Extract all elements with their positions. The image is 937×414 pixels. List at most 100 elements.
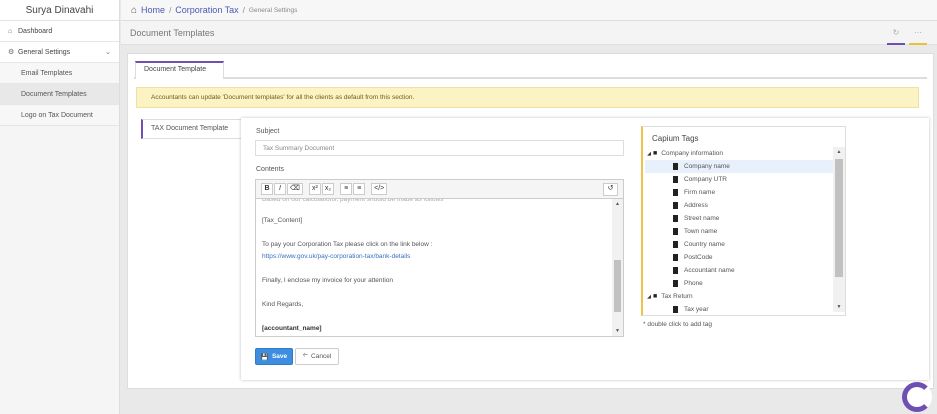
- rich-text-editor[interactable]: B I ⌫ x² x₂ ≡ ≡ </> ↺ Based on our calcu…: [255, 179, 624, 337]
- breadcrumb-home[interactable]: Home: [141, 5, 165, 15]
- scrollbar-thumb[interactable]: [835, 159, 843, 277]
- bold-button[interactable]: B: [261, 183, 273, 195]
- sidebar-item-general-settings[interactable]: ⚙ General Settings ⌄: [0, 42, 119, 63]
- editor-line: Kind Regards,: [262, 301, 304, 308]
- tab-bar: Document Template: [134, 59, 927, 79]
- editor-line: To pay your Corporation Tax please click…: [262, 241, 433, 248]
- tree-item-label: Accountant name: [684, 267, 735, 274]
- more-icon[interactable]: ⋯: [909, 21, 927, 45]
- sidebar-item-email-templates[interactable]: Email Templates: [0, 63, 119, 84]
- tree-item-label: Country name: [684, 241, 725, 248]
- main-panel: Document Template Accountants can update…: [127, 53, 934, 389]
- tree-item[interactable]: Phone: [645, 277, 833, 290]
- gears-icon: ⚙: [8, 49, 15, 56]
- tree-item[interactable]: Company UTR: [645, 173, 833, 186]
- capium-logo-icon[interactable]: [902, 382, 932, 412]
- tree-item[interactable]: Address: [645, 199, 833, 212]
- file-icon: [673, 202, 678, 209]
- tree-item-label: Company name: [684, 163, 730, 170]
- tree-group-tax-return[interactable]: ◢ ■ Tax Return: [645, 290, 833, 303]
- sidebar-item-label: Document Templates: [21, 90, 87, 98]
- tags-title: Capium Tags: [652, 134, 699, 143]
- file-icon: [673, 215, 678, 222]
- scroll-down-icon[interactable]: ▼: [833, 304, 845, 310]
- sidebar-item-document-templates[interactable]: Document Templates: [0, 84, 119, 105]
- bullet-list-icon[interactable]: ≡: [340, 183, 353, 195]
- contents-label: Contents: [256, 166, 285, 173]
- page-title: Document Templates: [130, 27, 215, 38]
- editor-line-partial: Based on our calculations, payment shoul…: [262, 199, 444, 203]
- info-alert: Accountants can update 'Document templat…: [136, 87, 919, 108]
- save-icon: 💾: [260, 353, 269, 361]
- editor-scrollbar[interactable]: ▲ ▼: [612, 199, 623, 336]
- tree-item-label: Town name: [684, 228, 718, 235]
- page-header: Document Templates ↻ ⋯: [121, 21, 937, 45]
- sidebar-item-label: Dashboard: [18, 27, 53, 35]
- undo-icon[interactable]: ↺: [603, 182, 618, 196]
- sidebar-item-logo-on-tax-document[interactable]: Logo on Tax Document: [0, 105, 119, 126]
- tree-group-label: Company information: [661, 150, 724, 157]
- tree-item-label: Tax year: [684, 306, 709, 313]
- subject-input[interactable]: [255, 140, 624, 156]
- subscript-button[interactable]: x₂: [321, 183, 335, 195]
- file-icon: [673, 176, 678, 183]
- tree-item[interactable]: Firm name: [645, 186, 833, 199]
- italic-button[interactable]: I: [274, 183, 286, 195]
- template-editor-panel: Subject Contents B I ⌫ x² x₂ ≡ ≡ </> ↺ B…: [241, 118, 929, 380]
- tree-item[interactable]: Town name: [645, 225, 833, 238]
- tab-document-template[interactable]: Document Template: [135, 61, 224, 79]
- save-button[interactable]: 💾 Save: [255, 348, 293, 365]
- tree-group-label: Tax Return: [661, 293, 693, 300]
- refresh-icon[interactable]: ↻: [887, 21, 905, 45]
- tree-item-label: Street name: [684, 215, 720, 222]
- tree-item[interactable]: PostCode: [645, 251, 833, 264]
- breadcrumb-separator: /: [242, 5, 245, 15]
- save-button-label: Save: [271, 353, 288, 360]
- tags-scrollbar[interactable]: ▲ ▼: [833, 147, 845, 312]
- file-icon: [673, 254, 678, 261]
- tree-item[interactable]: Tax year: [645, 303, 833, 315]
- tree-item[interactable]: Company name: [645, 160, 833, 173]
- tree-item[interactable]: Country name: [645, 238, 833, 251]
- tree-item-label: Company UTR: [684, 176, 727, 183]
- tree-group-company-information[interactable]: ◢ ■ Company information: [645, 147, 833, 160]
- code-view-button[interactable]: </>: [371, 183, 388, 195]
- subject-label: Subject: [256, 128, 280, 135]
- superscript-button[interactable]: x²: [308, 183, 321, 195]
- tree-item-label: Firm name: [684, 189, 716, 196]
- breadcrumb: ⌂ Home / Corporation Tax / General Setti…: [121, 0, 937, 21]
- file-icon: [673, 306, 678, 313]
- editor-link[interactable]: https://www.gov.uk/pay-corporation-tax/b…: [262, 253, 410, 260]
- breadcrumb-separator: /: [169, 5, 172, 15]
- file-icon: [673, 267, 678, 274]
- eraser-icon[interactable]: ⌫: [287, 183, 303, 195]
- cancel-button[interactable]: 🡠 Cancel: [295, 348, 339, 365]
- folder-icon: ■: [653, 293, 658, 300]
- numbered-list-icon[interactable]: ≡: [353, 183, 366, 195]
- scroll-down-icon[interactable]: ▼: [612, 328, 623, 334]
- chevron-down-icon: ⌄: [105, 49, 111, 56]
- sidebar-item-dashboard[interactable]: ⌂ Dashboard: [0, 21, 119, 42]
- tags-hint: * double click to add tag: [643, 321, 713, 328]
- user-name[interactable]: Surya Dinavahi: [0, 0, 119, 21]
- editor-content[interactable]: Based on our calculations, payment shoul…: [256, 199, 612, 336]
- file-icon: [673, 228, 678, 235]
- arrow-left-icon: 🡠: [302, 352, 309, 359]
- tree-item[interactable]: Street name: [645, 212, 833, 225]
- tree-item-label: Address: [684, 202, 708, 209]
- tree-item[interactable]: Accountant name: [645, 264, 833, 277]
- collapse-icon[interactable]: ◢: [645, 294, 653, 300]
- breadcrumb-current: General Settings: [248, 6, 298, 14]
- breadcrumb-corporation-tax[interactable]: Corporation Tax: [175, 5, 238, 15]
- tab-tax-document-template[interactable]: TAX Document Template: [141, 119, 241, 139]
- collapse-icon[interactable]: ◢: [645, 151, 653, 157]
- scrollbar-thumb[interactable]: [614, 260, 621, 312]
- sidebar-item-label: General Settings: [18, 48, 71, 56]
- file-icon: [673, 163, 678, 170]
- sidebar: Surya Dinavahi ⌂ Dashboard ⚙ General Set…: [0, 0, 120, 414]
- home-icon[interactable]: ⌂: [131, 5, 137, 16]
- tree-item-label: PostCode: [684, 254, 713, 261]
- sidebar-item-label: Email Templates: [21, 69, 73, 77]
- scroll-up-icon[interactable]: ▲: [612, 201, 623, 207]
- scroll-up-icon[interactable]: ▲: [833, 149, 845, 155]
